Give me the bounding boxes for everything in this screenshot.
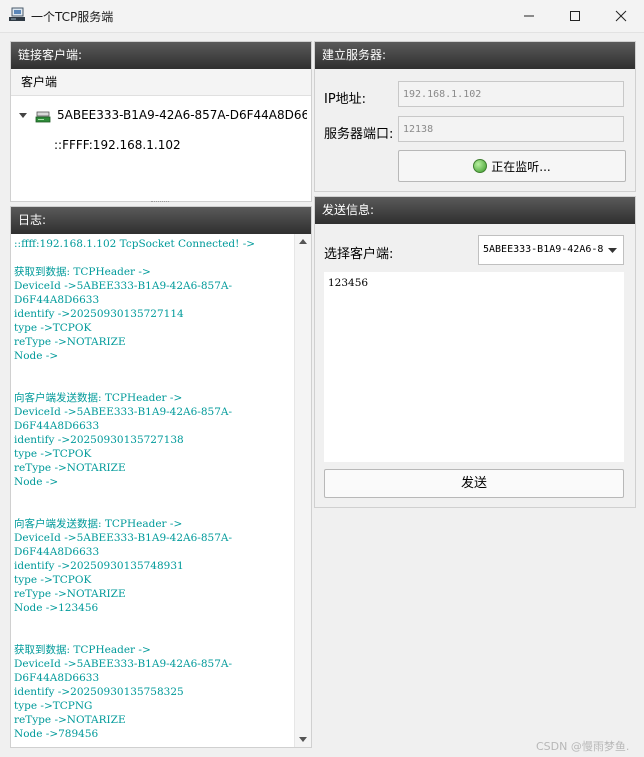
log-line: identify ->20250930135727138 [14, 434, 184, 446]
server-panel: 建立服务器: IP地址: 192.168.1.102 服务器端口: 12138 … [314, 41, 636, 192]
client-tree-child-address[interactable]: ::FFFF:192.168.1.102 [54, 138, 181, 152]
watermark: CSDN @慢雨梦鱼. [536, 740, 630, 753]
log-line: D6F44A8D6633 [14, 672, 100, 684]
client-select-dropdown[interactable]: 5ABEE333-B1A9-42A6-8 [478, 235, 624, 265]
log-panel-header: 日志: [11, 207, 311, 234]
client-tree-node[interactable]: 5ABEE333-B1A9-42A6-857A-D6F44A8D6633 [57, 108, 307, 122]
minimize-button[interactable] [506, 0, 552, 32]
log-line: 向客户端发送数据: TCPHeader -> [14, 518, 183, 530]
log-line: Node -> [14, 476, 59, 488]
log-line: identify ->20250930135758325 [14, 686, 184, 698]
log-line: DeviceId ->5ABEE333-B1A9-42A6-857A- [14, 532, 233, 544]
log-line: D6F44A8D6633 [14, 420, 100, 432]
log-text-area[interactable]: ::ffff:192.168.1.102 TcpSocket Connected… [14, 237, 292, 745]
log-line: D6F44A8D6633 [14, 546, 100, 558]
send-panel-header: 发送信息: [315, 197, 635, 224]
client-select-value: 5ABEE333-B1A9-42A6-8 [483, 244, 604, 255]
log-scrollbar[interactable] [294, 234, 311, 747]
close-icon [615, 10, 627, 22]
log-line: identify ->20250930135748931 [14, 560, 184, 572]
log-line: reType ->NOTARIZE [14, 714, 126, 726]
log-line: identify ->20250930135727114 [14, 308, 184, 320]
ip-address-label: IP地址: [324, 92, 367, 107]
log-line: DeviceId ->5ABEE333-B1A9-42A6-857A- [14, 658, 233, 670]
listen-button-label: 正在监听... [491, 159, 551, 174]
client-column-header[interactable]: 客户端 [11, 69, 311, 96]
maximize-icon [570, 11, 580, 21]
network-device-icon [35, 111, 51, 123]
client-panel-header: 链接客户端: [11, 42, 311, 69]
log-line: 获取到数据: TCPHeader -> [14, 644, 151, 656]
server-port-label: 服务器端口: [324, 127, 394, 142]
log-line: type ->TCPNG [14, 700, 93, 712]
chevron-down-icon [608, 248, 617, 253]
log-line: 向客户端发送数据: TCPHeader -> [14, 392, 183, 404]
log-line: Node ->789456 [14, 728, 99, 740]
log-line: Node ->123456 [14, 602, 99, 614]
log-panel: 日志: ::ffff:192.168.1.102 TcpSocket Conne… [10, 206, 312, 748]
log-line: DeviceId ->5ABEE333-B1A9-42A6-857A- [14, 406, 233, 418]
server-port-input[interactable]: 12138 [398, 116, 624, 142]
client-panel: 链接客户端: 客户端 5ABEE333-B1A9-42A6-857A-D6F44… [10, 41, 312, 202]
send-button[interactable]: 发送 [324, 469, 624, 498]
log-line: type ->TCPOK [14, 448, 92, 460]
minimize-icon [524, 15, 534, 17]
network-computer-icon [9, 7, 25, 21]
scroll-up-arrow-icon[interactable] [299, 238, 307, 244]
log-line: reType ->NOTARIZE [14, 588, 126, 600]
log-line: Node -> [14, 350, 59, 362]
log-line: D6F44A8D6633 [14, 294, 100, 306]
log-line: 获取到数据: TCPHeader -> [14, 266, 151, 278]
close-button[interactable] [598, 0, 644, 32]
log-line: reType ->NOTARIZE [14, 462, 126, 474]
maximize-button[interactable] [552, 0, 598, 32]
tree-expand-arrow-icon[interactable] [18, 110, 28, 120]
log-line: reType ->NOTARIZE [14, 336, 126, 348]
window-title: 一个TCP服务端 [31, 10, 114, 24]
listen-button[interactable]: 正在监听... [398, 150, 626, 182]
message-input[interactable]: 123456 [324, 272, 624, 462]
log-line: type ->TCPOK [14, 574, 92, 586]
log-line: ::ffff:192.168.1.102 TcpSocket Connected… [14, 238, 256, 250]
select-client-label: 选择客户端: [324, 247, 394, 262]
server-panel-header: 建立服务器: [315, 42, 635, 69]
ip-address-input[interactable]: 192.168.1.102 [398, 81, 624, 107]
log-line: type ->TCPOK [14, 322, 92, 334]
title-bar: 一个TCP服务端 [0, 0, 644, 33]
listening-status-icon [473, 159, 488, 173]
send-panel: 发送信息: 选择客户端: 5ABEE333-B1A9-42A6-8 123456… [314, 196, 636, 508]
scroll-down-arrow-icon[interactable] [299, 737, 307, 743]
vertical-splitter[interactable] [151, 201, 169, 204]
log-line: DeviceId ->5ABEE333-B1A9-42A6-857A- [14, 280, 233, 292]
